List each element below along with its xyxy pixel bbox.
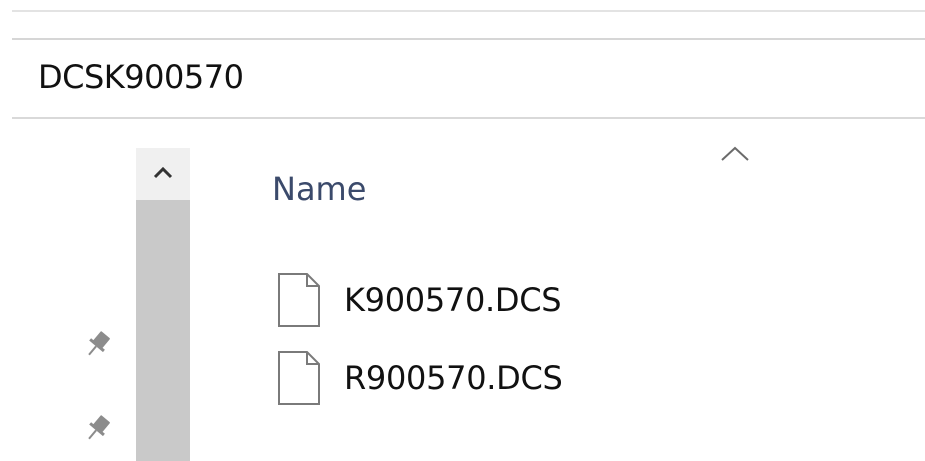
pin-icon[interactable]	[80, 410, 116, 446]
file-icon	[278, 351, 320, 405]
file-name: R900570.DCS	[344, 359, 563, 397]
toolbar-divider	[12, 10, 925, 12]
list-item[interactable]: K900570.DCS	[276, 270, 776, 330]
file-icon	[278, 273, 320, 327]
file-name: K900570.DCS	[344, 281, 562, 319]
address-path[interactable]: DCSK900570	[38, 58, 244, 96]
quick-access-pins	[60, 118, 132, 461]
navigation-scrollbar[interactable]	[136, 148, 190, 461]
scroll-thumb[interactable]	[136, 200, 190, 461]
column-header-name[interactable]: Name	[272, 170, 366, 208]
scroll-up-button[interactable]	[136, 148, 190, 198]
sort-ascending-icon	[718, 144, 752, 164]
pin-icon[interactable]	[80, 326, 116, 362]
address-bar[interactable]: DCSK900570	[12, 40, 925, 117]
chevron-up-icon	[153, 166, 173, 179]
list-item[interactable]: R900570.DCS	[276, 348, 776, 408]
address-bar-bottom-border	[12, 117, 925, 119]
